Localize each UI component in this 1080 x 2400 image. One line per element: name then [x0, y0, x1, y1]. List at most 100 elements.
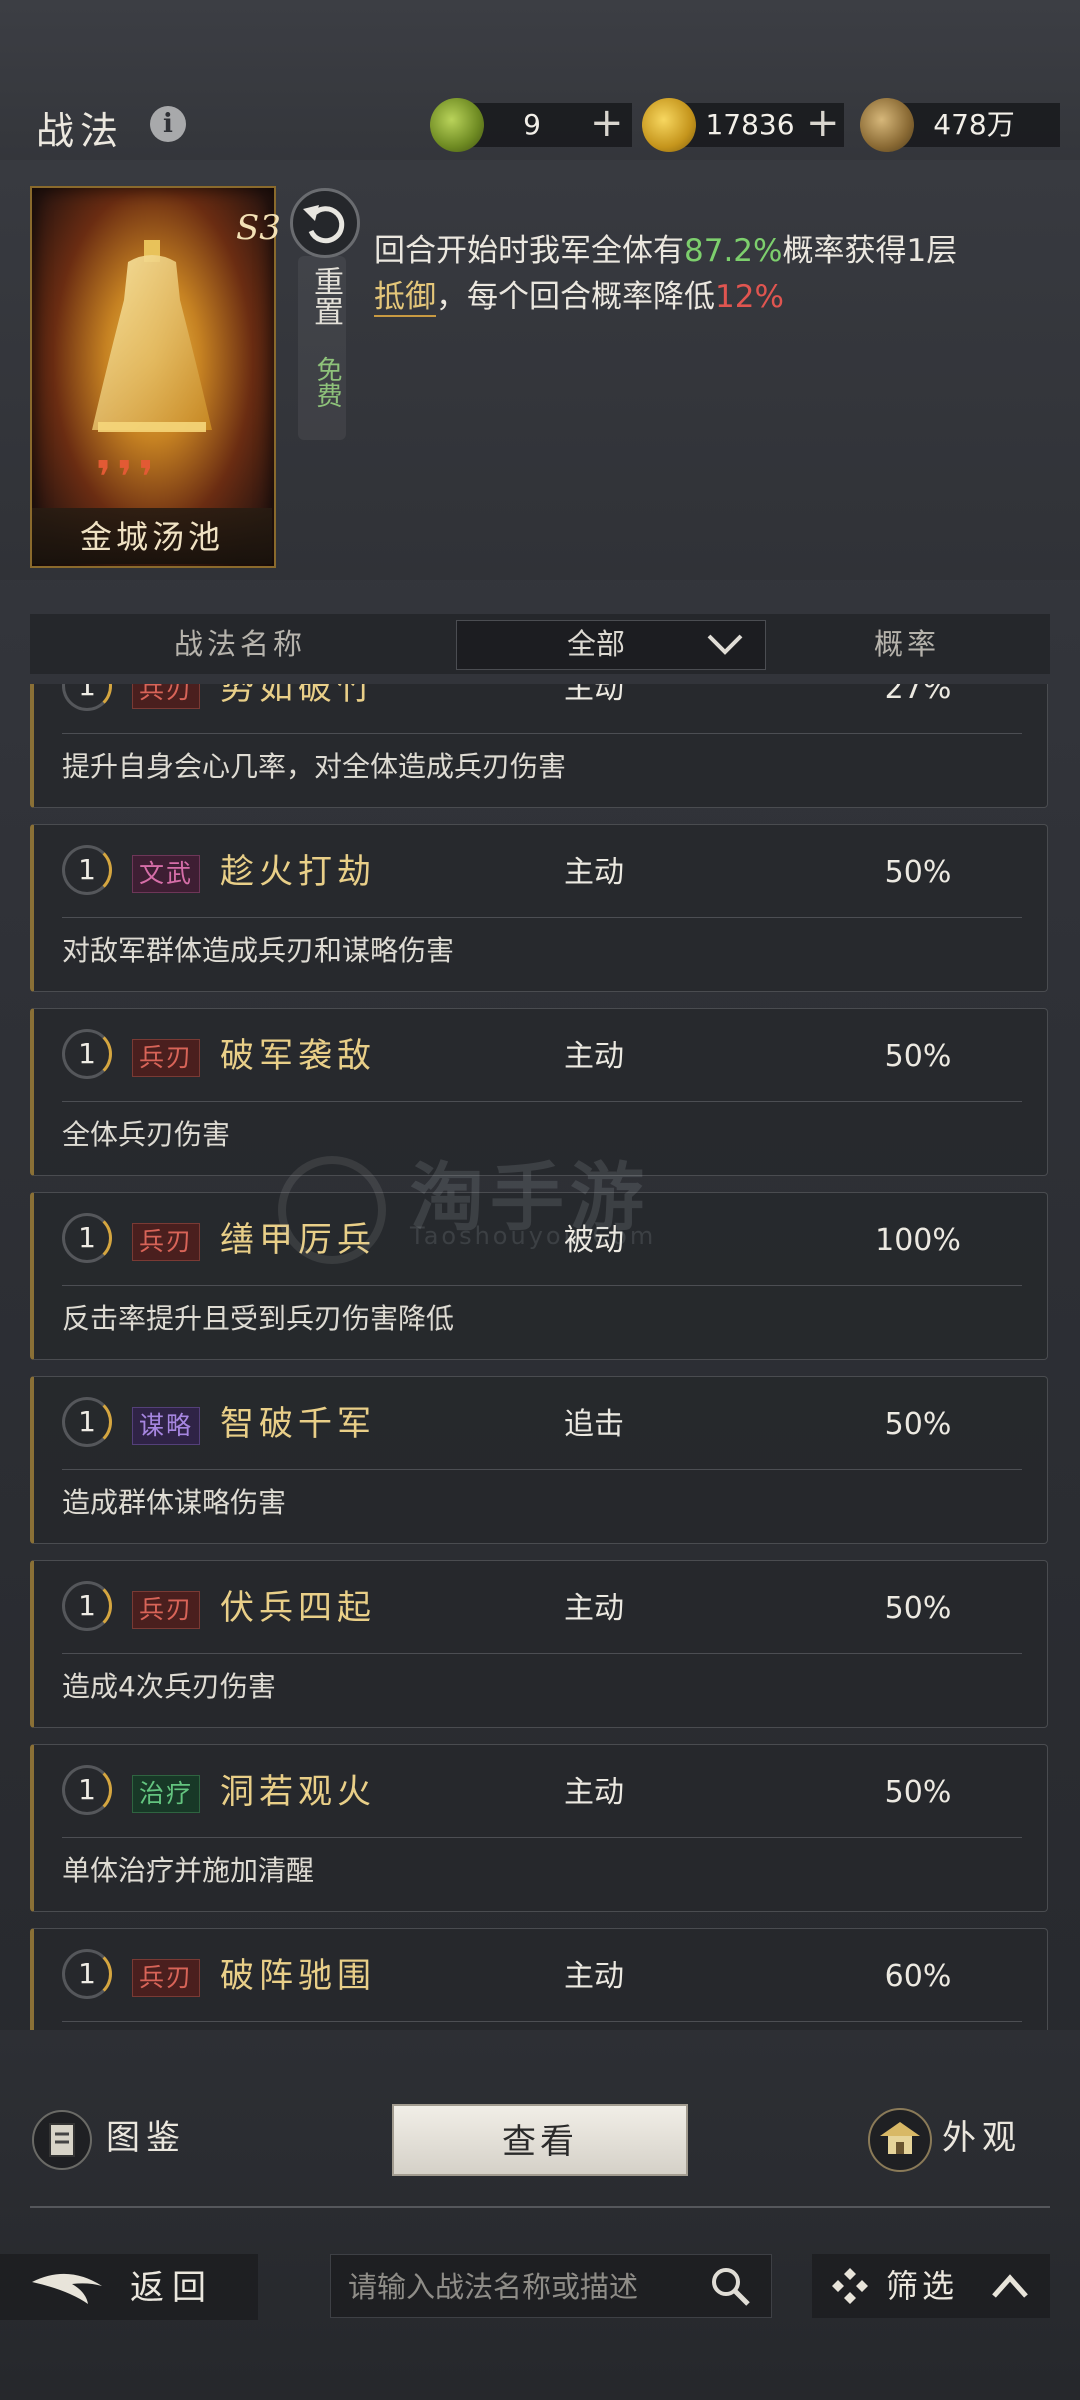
column-skill-name: 战法名称	[173, 627, 306, 661]
gold-count: 17836	[705, 108, 795, 141]
level-badge: 1	[62, 845, 112, 895]
skill-name: 势如破竹	[220, 684, 376, 708]
search-input[interactable]	[346, 2258, 700, 2316]
level-badge: 1	[62, 1397, 112, 1447]
chevron-up-icon[interactable]	[990, 2272, 1030, 2300]
row-divider	[62, 2021, 1022, 2022]
skill-type: 主动	[564, 1039, 624, 1074]
skill-desc: 反击率提升且受到兵刃伤害降低	[62, 1302, 455, 1335]
copper-count: 478万	[933, 108, 1015, 141]
row-divider	[62, 1653, 1022, 1654]
skill-tag: 治疗	[132, 1775, 201, 1813]
back-arrow-icon[interactable]	[28, 2268, 106, 2308]
skill-rate: 50%	[884, 1775, 952, 1810]
skill-row[interactable]: 1 谋略 智破千军 追击 50% 造成群体谋略伤害	[30, 1376, 1048, 1544]
codex-icon[interactable]	[32, 2110, 92, 2170]
watermark-subtext: Taoshouyou.Com	[410, 1222, 657, 1250]
skill-row[interactable]: 1 兵刃 势如破竹 主动 27% 提升自身会心几率，对全体造成兵刃伤害	[30, 684, 1048, 808]
desc-decay: 12%	[715, 279, 784, 315]
skill-rate: 100%	[875, 1223, 961, 1258]
skill-rate: 50%	[884, 1591, 952, 1626]
skill-rate: 50%	[884, 1039, 952, 1074]
row-divider	[62, 1469, 1022, 1470]
skill-type: 主动	[564, 1959, 624, 1994]
skill-desc: 造成4次兵刃伤害	[62, 1670, 276, 1703]
pavilion-icon[interactable]	[868, 2108, 932, 2172]
skill-desc: 造成群体谋略伤害	[62, 1486, 287, 1519]
skill-desc: 单体治疗并施加清醒	[62, 1854, 315, 1887]
add-gold-button[interactable]: +	[806, 100, 840, 146]
back-label[interactable]: 返回	[130, 2264, 214, 2312]
skill-tag: 谋略	[132, 1407, 201, 1445]
skill-rate: 60%	[884, 1959, 952, 1994]
row-divider	[62, 1101, 1022, 1102]
skill-row[interactable]: 1 治疗 洞若观火 主动 50% 单体治疗并施加清醒	[30, 1744, 1048, 1912]
gold-coin-icon	[642, 98, 696, 152]
jade-count: 9	[523, 108, 541, 141]
quality-marks: ❜❜❜	[96, 452, 160, 503]
card-name: 金城汤池	[79, 518, 224, 556]
row-divider	[62, 917, 1022, 918]
skill-tag: 文武	[132, 855, 201, 893]
view-button[interactable]: 查看	[392, 2104, 688, 2176]
skill-name: 伏兵四起	[220, 1588, 376, 1628]
level-badge: 1	[62, 684, 112, 711]
skill-tag: 兵刃	[132, 1223, 201, 1261]
skill-row[interactable]: 1 文武 趁火打劫 主动 50% 对敌军群体造成兵刃和谋略伤害	[30, 824, 1048, 992]
skill-name: 破阵驰围	[220, 1956, 376, 1996]
desc-keyword[interactable]: 抵御	[374, 279, 436, 317]
skill-desc: 全体兵刃伤害	[62, 1118, 231, 1151]
skill-tag: 兵刃	[132, 1591, 201, 1629]
skill-desc: 对敌军群体造成兵刃和谋略伤害	[62, 934, 455, 967]
skill-row[interactable]: 1 兵刃 破阵驰围 主动 60%	[30, 1928, 1048, 2030]
codex-button[interactable]: 图鉴	[106, 2116, 186, 2160]
search-icon[interactable]	[708, 2264, 752, 2308]
desc-rate: 87.2%	[684, 233, 783, 269]
level-badge: 1	[62, 1765, 112, 1815]
skill-desc: 提升自身会心几率，对全体造成兵刃伤害	[62, 750, 567, 783]
skill-name: 趁火打劫	[220, 852, 376, 892]
bell-icon	[92, 240, 212, 432]
skill-tag: 兵刃	[132, 1959, 201, 1997]
desc-text-3: ，每个回合概率降低	[436, 279, 715, 315]
info-icon[interactable]: i	[150, 106, 186, 142]
skill-row[interactable]: 1 兵刃 伏兵四起 主动 50% 造成4次兵刃伤害	[30, 1560, 1048, 1728]
chevron-down-icon[interactable]	[706, 632, 744, 656]
skill-description: 回合开始时我军全体有87.2%概率获得1层抵御，每个回合概率降低12%	[374, 228, 974, 320]
skill-type: 主动	[564, 684, 624, 706]
level-badge: 1	[62, 1949, 112, 1999]
level-badge: 1	[62, 1213, 112, 1263]
skill-type: 主动	[564, 1775, 624, 1810]
bottom-area	[0, 2030, 1080, 2400]
desc-text-2: 概率获得1层	[782, 233, 958, 269]
page-title: 战法	[36, 109, 125, 153]
reset-label[interactable]: 重置	[300, 266, 344, 326]
add-jade-button[interactable]: +	[590, 100, 624, 146]
watermark-logo	[278, 1156, 386, 1264]
skill-type: 追击	[564, 1407, 624, 1442]
reset-icon[interactable]	[290, 188, 360, 258]
skill-list[interactable]: 1 兵刃 势如破竹 主动 27% 提升自身会心几率，对全体造成兵刃伤害 1 文武…	[30, 684, 1050, 2030]
skill-tag: 兵刃	[132, 1039, 201, 1077]
row-divider	[62, 1837, 1022, 1838]
skill-type: 主动	[564, 1591, 624, 1626]
skill-type: 主动	[564, 855, 624, 890]
filter-diamond-icon[interactable]	[830, 2266, 870, 2306]
card-grade: S3	[236, 208, 281, 248]
bottom-divider	[30, 2206, 1050, 2208]
copper-coin-icon	[860, 98, 914, 152]
skill-name: 洞若观火	[220, 1772, 376, 1812]
skill-rate: 50%	[884, 1407, 952, 1442]
skill-rate: 27%	[884, 684, 952, 706]
jade-coin-icon	[430, 98, 484, 152]
filter-label[interactable]: 筛选	[886, 2262, 958, 2310]
free-label: 免费	[312, 356, 342, 408]
skill-name: 智破千军	[220, 1404, 376, 1444]
skill-tag: 兵刃	[132, 684, 201, 709]
level-badge: 1	[62, 1581, 112, 1631]
appearance-button[interactable]: 外观	[942, 2116, 1022, 2160]
row-divider	[62, 733, 1022, 734]
skill-rate: 50%	[884, 855, 952, 890]
level-badge: 1	[62, 1029, 112, 1079]
filter-selected-value[interactable]: 全部	[456, 620, 736, 668]
